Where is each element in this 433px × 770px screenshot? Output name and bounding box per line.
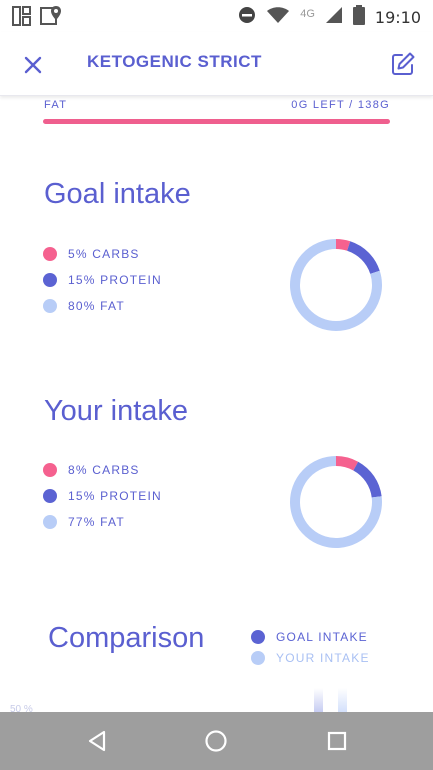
wifi-icon — [266, 6, 290, 29]
cell-signal-icon — [325, 6, 343, 29]
donut-slice-carbs — [335, 456, 359, 471]
goal-intake-donut-chart — [290, 239, 382, 331]
back-button[interactable] — [82, 726, 112, 756]
close-button[interactable] — [18, 50, 48, 80]
legend-label: 15% PROTEIN — [68, 273, 162, 287]
back-icon — [88, 730, 106, 752]
clock: 19:10 — [374, 8, 421, 27]
donut-slice-protein — [346, 241, 380, 275]
fat-progress-bar — [43, 119, 390, 124]
recents-button[interactable] — [322, 726, 352, 756]
edit-button[interactable] — [387, 48, 419, 80]
your-intake-legend: 8% CARBS 15% PROTEIN 77% FAT — [43, 457, 162, 535]
fat-label: FAT — [44, 99, 68, 111]
your-intake-title: Your intake — [44, 395, 189, 427]
carbs-dot — [43, 247, 57, 261]
legend-label: 8% CARBS — [68, 463, 140, 477]
legend-label: 77% FAT — [68, 515, 125, 529]
fat-remaining: 0G LEFT / 138G — [291, 99, 390, 111]
location-warning-icon — [40, 5, 62, 32]
battery-icon — [352, 5, 365, 30]
legend-item-goal-intake: GOAL INTAKE — [251, 626, 370, 647]
do-not-disturb-icon — [238, 6, 256, 29]
goal-intake-legend: 5% CARBS 15% PROTEIN 80% FAT — [43, 241, 162, 319]
legend-label: 80% FAT — [68, 299, 125, 313]
protein-dot — [43, 273, 57, 287]
legend-item-carbs: 5% CARBS — [43, 241, 162, 267]
your-intake-dot — [251, 650, 265, 665]
app-header: KETOGENIC STRICT — [0, 32, 433, 96]
legend-item-protein: 15% PROTEIN — [43, 267, 162, 293]
screenshot-icon — [12, 6, 32, 31]
comparison-bar-goal — [314, 688, 323, 712]
recents-icon — [327, 731, 347, 751]
system-nav-bar — [0, 712, 433, 770]
edit-icon — [392, 52, 415, 75]
goal-intake-title: Goal intake — [44, 178, 191, 210]
legend-label: 15% PROTEIN — [68, 489, 162, 503]
legend-item-your-intake: YOUR INTAKE — [251, 647, 370, 668]
comparison-legend: GOAL INTAKE YOUR INTAKE — [251, 626, 370, 668]
legend-label: YOUR INTAKE — [276, 650, 370, 665]
legend-item-protein: 15% PROTEIN — [43, 483, 162, 509]
fat-summary: FAT 0G LEFT / 138G — [44, 99, 390, 113]
donut-slice-protein — [353, 461, 382, 498]
protein-dot — [43, 489, 57, 503]
goal-intake-dot — [251, 629, 265, 644]
home-button[interactable] — [201, 726, 231, 756]
comparison-bar-your — [338, 688, 347, 712]
page-title: KETOGENIC STRICT — [87, 52, 262, 71]
your-intake-donut-chart — [290, 456, 382, 548]
status-bar: 4G 19:10 — [0, 0, 433, 32]
fat-dot — [43, 515, 57, 529]
carbs-dot — [43, 463, 57, 477]
legend-item-carbs: 8% CARBS — [43, 457, 162, 483]
comparison-title: Comparison — [48, 622, 205, 654]
legend-label: 5% CARBS — [68, 247, 140, 261]
fat-dot — [43, 299, 57, 313]
legend-label: GOAL INTAKE — [276, 629, 368, 644]
network-type: 4G — [300, 7, 315, 20]
legend-item-fat: 77% FAT — [43, 509, 162, 535]
legend-item-fat: 80% FAT — [43, 293, 162, 319]
close-icon — [24, 56, 42, 74]
home-icon — [205, 730, 227, 752]
donut-slice-carbs — [335, 239, 351, 251]
